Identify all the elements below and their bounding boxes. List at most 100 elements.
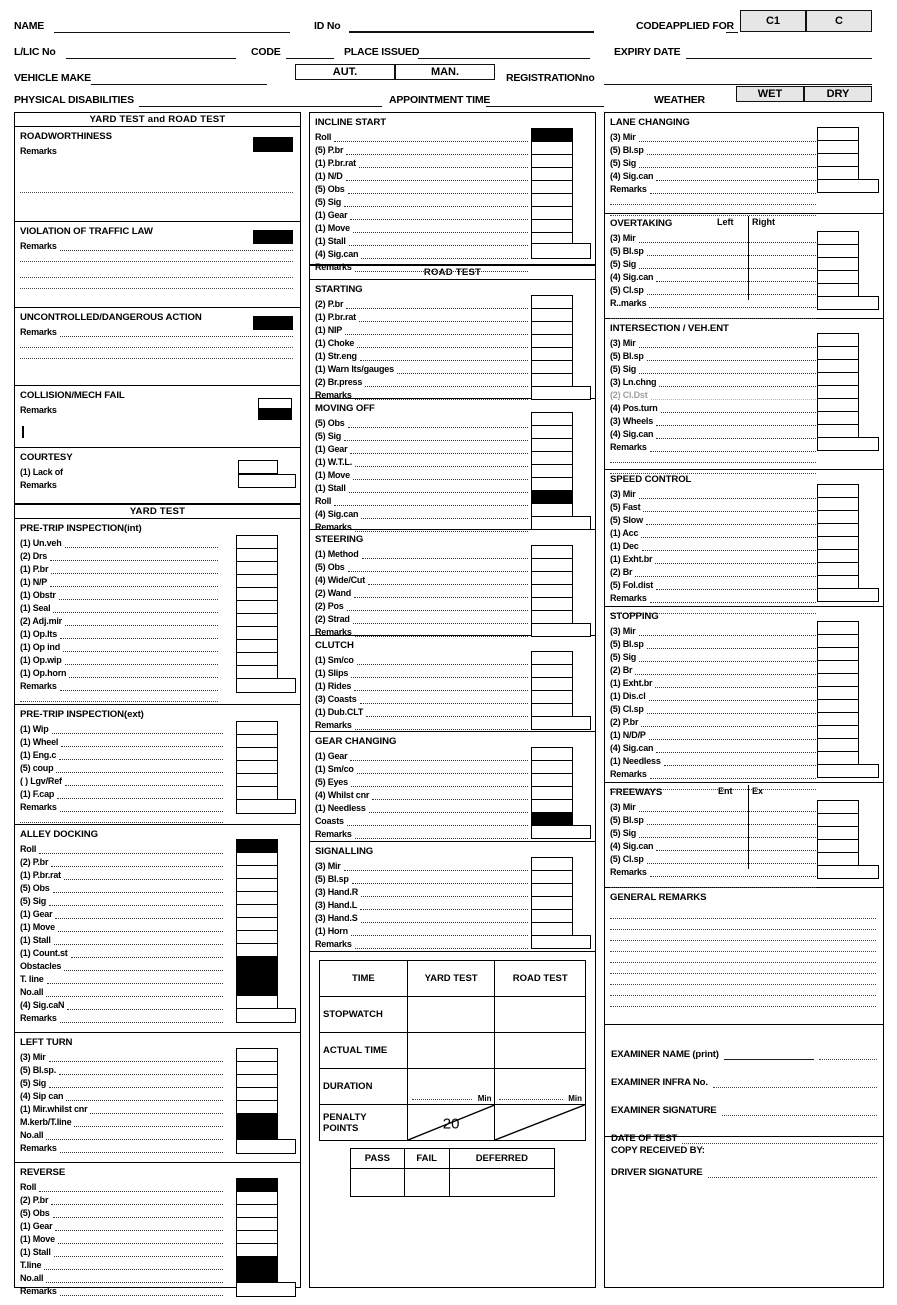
score-cell[interactable] (237, 905, 277, 918)
clutch-dots[interactable] (354, 682, 528, 691)
pretrip-ext-remarks-row[interactable]: Remarks (20, 799, 225, 812)
left-turn-dots[interactable] (48, 1053, 223, 1062)
stopping-remarks-dots[interactable] (649, 770, 816, 779)
gear-dots[interactable] (346, 817, 528, 826)
list-item[interactable]: (5) Sig (610, 361, 818, 374)
overtaking-remarks-box[interactable] (817, 296, 879, 310)
reverse-dots[interactable] (44, 1261, 223, 1270)
lane-dots[interactable] (646, 146, 816, 155)
steering-score-boxes[interactable] (531, 545, 573, 624)
list-item[interactable]: (1) Gear (20, 906, 225, 919)
score-cell[interactable] (237, 1088, 277, 1101)
speed-dots[interactable] (645, 516, 816, 525)
violation-score-box[interactable] (253, 230, 293, 244)
alley-docking-score-boxes[interactable] (236, 839, 278, 1009)
speed-dots[interactable] (638, 490, 816, 499)
list-item[interactable]: (4) Sig.can (610, 426, 818, 439)
pretrip-ext-dots[interactable] (64, 777, 223, 786)
score-cell[interactable] (818, 814, 858, 827)
score-cell[interactable] (532, 559, 572, 572)
score-cell[interactable] (818, 622, 858, 635)
list-item[interactable]: T. line (20, 971, 225, 984)
list-item[interactable]: (1) W.T.L. (315, 454, 530, 467)
list-item[interactable]: (5) Bl.sp (610, 142, 818, 155)
score-cell[interactable] (532, 691, 572, 704)
stopping-dots[interactable] (656, 744, 816, 753)
list-item[interactable]: (4) Pos.turn (610, 400, 818, 413)
list-item[interactable]: (5) Slow (610, 512, 818, 525)
list-item[interactable]: (1) Op.horn (20, 665, 220, 678)
score-cell[interactable] (237, 1218, 277, 1231)
list-item[interactable]: (4) Sig.can (315, 506, 530, 519)
score-cell[interactable] (237, 588, 277, 601)
freeways-score-boxes[interactable] (817, 800, 859, 866)
score-cell[interactable] (532, 652, 572, 665)
score-cell[interactable] (237, 1049, 277, 1062)
list-item[interactable]: (1) Warn lts/gauges (315, 361, 530, 374)
score-cell[interactable] (532, 910, 572, 923)
reverse-dots[interactable] (53, 1248, 223, 1257)
general-remarks-line-4[interactable] (610, 941, 876, 952)
score-cell[interactable] (818, 537, 858, 550)
freeways-remarks-dots[interactable] (649, 868, 816, 877)
score-cell[interactable] (818, 347, 858, 360)
score-cell[interactable] (532, 220, 572, 233)
score-cell[interactable] (237, 774, 277, 787)
list-item[interactable]: (5) Cl.sp (610, 851, 818, 864)
stopping-score-boxes[interactable] (817, 621, 859, 765)
score-cell[interactable] (532, 181, 572, 194)
alley-docking-remarks-box[interactable] (236, 1008, 296, 1023)
list-item[interactable]: (5) Bl.sp (610, 348, 818, 361)
list-item[interactable]: (2) Pos (315, 598, 530, 611)
incline-dots[interactable] (334, 133, 528, 142)
score-cell[interactable] (818, 801, 858, 814)
expiry-date-input[interactable] (686, 58, 872, 59)
alley-dots[interactable] (53, 936, 223, 945)
pretrip-ext-dots[interactable] (51, 725, 223, 734)
list-item[interactable]: (4) Sig.can (315, 246, 530, 259)
score-cell[interactable] (532, 491, 572, 504)
incline-dots[interactable] (345, 172, 528, 181)
list-item[interactable]: (2) Br (610, 564, 818, 577)
score-cell[interactable] (818, 687, 858, 700)
speed-remarks-dots[interactable] (649, 594, 816, 603)
list-item[interactable]: (1) NlP (315, 322, 530, 335)
llic-no-input[interactable] (66, 58, 236, 59)
intersection-remarks-dots[interactable] (649, 443, 816, 452)
score-cell[interactable] (818, 700, 858, 713)
score-cell[interactable] (818, 154, 858, 167)
score-cell[interactable] (237, 1192, 277, 1205)
starting-dots[interactable] (358, 313, 528, 322)
moving-off-dots[interactable] (361, 510, 528, 519)
list-item[interactable]: (1) Wheel (20, 734, 225, 747)
overtaking-dots[interactable] (646, 286, 816, 295)
alley-dots[interactable] (55, 910, 223, 919)
score-cell[interactable] (532, 129, 572, 142)
freeways-dots[interactable] (646, 816, 816, 825)
score-cell[interactable] (532, 296, 572, 309)
pretrip-int-dots[interactable] (58, 591, 218, 600)
list-item[interactable]: (1) Wip (20, 721, 225, 734)
intersection-dots[interactable] (639, 365, 816, 374)
list-item[interactable]: (5) Obs (315, 559, 530, 572)
list-item[interactable]: (5) Sig (315, 194, 530, 207)
score-cell[interactable] (532, 858, 572, 871)
alley-dots[interactable] (39, 845, 223, 854)
score-cell[interactable] (237, 761, 277, 774)
list-item[interactable]: (1) Sm/co (315, 761, 530, 774)
score-cell[interactable] (237, 1101, 277, 1114)
freeways-dots[interactable] (638, 803, 816, 812)
actual-time-yard-cell[interactable] (406, 1032, 496, 1069)
speed-dots[interactable] (641, 529, 816, 538)
score-cell[interactable] (237, 944, 277, 957)
list-item[interactable]: (1) P.br.rat (315, 309, 530, 322)
signalling-remarks-dots[interactable] (354, 940, 528, 949)
steering-dots[interactable] (368, 576, 528, 585)
score-cell[interactable] (237, 536, 277, 549)
pretrip-ext-dots[interactable] (61, 738, 223, 747)
uncontrolled-score-box[interactable] (253, 316, 293, 330)
id-no-input[interactable] (349, 31, 594, 33)
overtaking-remarks-dots[interactable] (649, 299, 816, 308)
registration-no-input[interactable] (604, 84, 872, 85)
list-item[interactable]: (1) Move (20, 1231, 225, 1244)
